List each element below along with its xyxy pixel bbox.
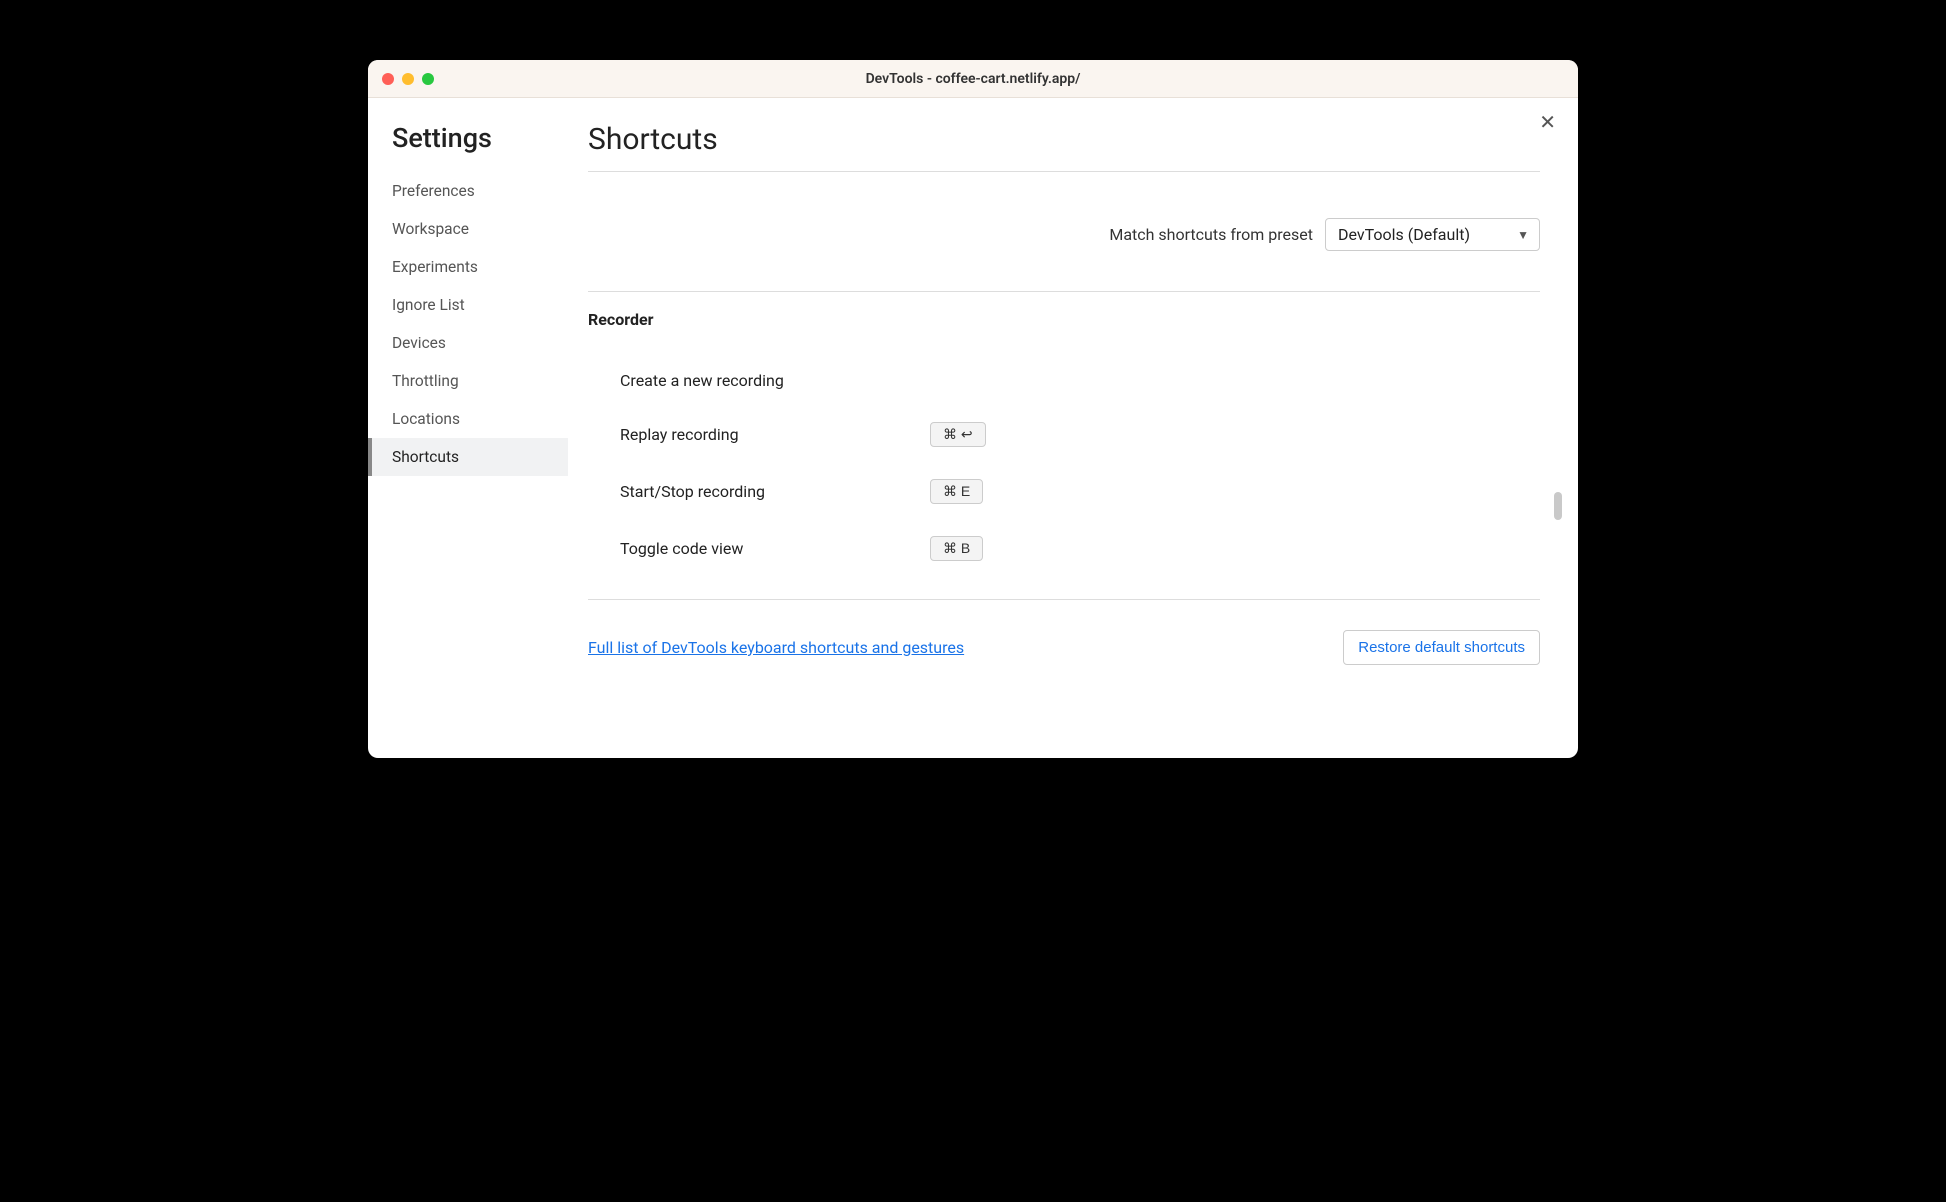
sidebar-item-shortcuts[interactable]: Shortcuts	[368, 438, 568, 476]
main-pane: Shortcuts Match shortcuts from preset De…	[568, 98, 1578, 758]
preset-select[interactable]: DevTools (Default) ▼	[1325, 218, 1540, 251]
sidebar: Settings Preferences Workspace Experimen…	[368, 98, 568, 758]
footer-row: Full list of DevTools keyboard shortcuts…	[588, 630, 1540, 665]
sidebar-item-workspace[interactable]: Workspace	[392, 210, 568, 248]
shortcut-label: Start/Stop recording	[620, 482, 930, 501]
shortcut-keys: ⌘ ↩	[930, 422, 986, 447]
scrollbar-thumb[interactable]	[1554, 492, 1562, 520]
shortcut-label: Replay recording	[620, 425, 930, 444]
page-title: Shortcuts	[588, 122, 1540, 172]
shortcut-row-toggle: Toggle code view ⌘ B	[588, 520, 1540, 577]
section-title: Recorder	[588, 310, 1540, 329]
sidebar-item-devices[interactable]: Devices	[392, 324, 568, 362]
sidebar-item-throttling[interactable]: Throttling	[392, 362, 568, 400]
shortcut-row-replay: Replay recording ⌘ ↩	[588, 406, 1540, 463]
shortcut-label: Toggle code view	[620, 539, 930, 558]
sidebar-item-experiments[interactable]: Experiments	[392, 248, 568, 286]
preset-label: Match shortcuts from preset	[1109, 225, 1313, 244]
window-close-button[interactable]	[382, 73, 394, 85]
shortcut-label: Create a new recording	[620, 371, 930, 390]
window-title: DevTools - coffee-cart.netlify.app/	[368, 71, 1578, 87]
recorder-section: Recorder Create a new recording Replay r…	[588, 291, 1540, 600]
titlebar: DevTools - coffee-cart.netlify.app/	[368, 60, 1578, 98]
sidebar-item-locations[interactable]: Locations	[392, 400, 568, 438]
traffic-lights	[368, 73, 434, 85]
window-maximize-button[interactable]	[422, 73, 434, 85]
window-minimize-button[interactable]	[402, 73, 414, 85]
restore-defaults-button[interactable]: Restore default shortcuts	[1343, 630, 1540, 665]
sidebar-item-preferences[interactable]: Preferences	[392, 172, 568, 210]
full-list-link[interactable]: Full list of DevTools keyboard shortcuts…	[588, 638, 964, 657]
sidebar-title: Settings	[392, 122, 568, 154]
devtools-window: DevTools - coffee-cart.netlify.app/ ✕ Se…	[368, 60, 1578, 758]
shortcut-row-create: Create a new recording	[588, 355, 1540, 406]
shortcut-keys: ⌘ E	[930, 479, 983, 504]
shortcut-keys: ⌘ B	[930, 536, 983, 561]
content-area: ✕ Settings Preferences Workspace Experim…	[368, 98, 1578, 758]
preset-row: Match shortcuts from preset DevTools (De…	[588, 172, 1540, 291]
preset-value: DevTools (Default)	[1338, 225, 1470, 244]
sidebar-item-ignore-list[interactable]: Ignore List	[392, 286, 568, 324]
chevron-down-icon: ▼	[1517, 228, 1529, 242]
shortcut-row-startstop: Start/Stop recording ⌘ E	[588, 463, 1540, 520]
